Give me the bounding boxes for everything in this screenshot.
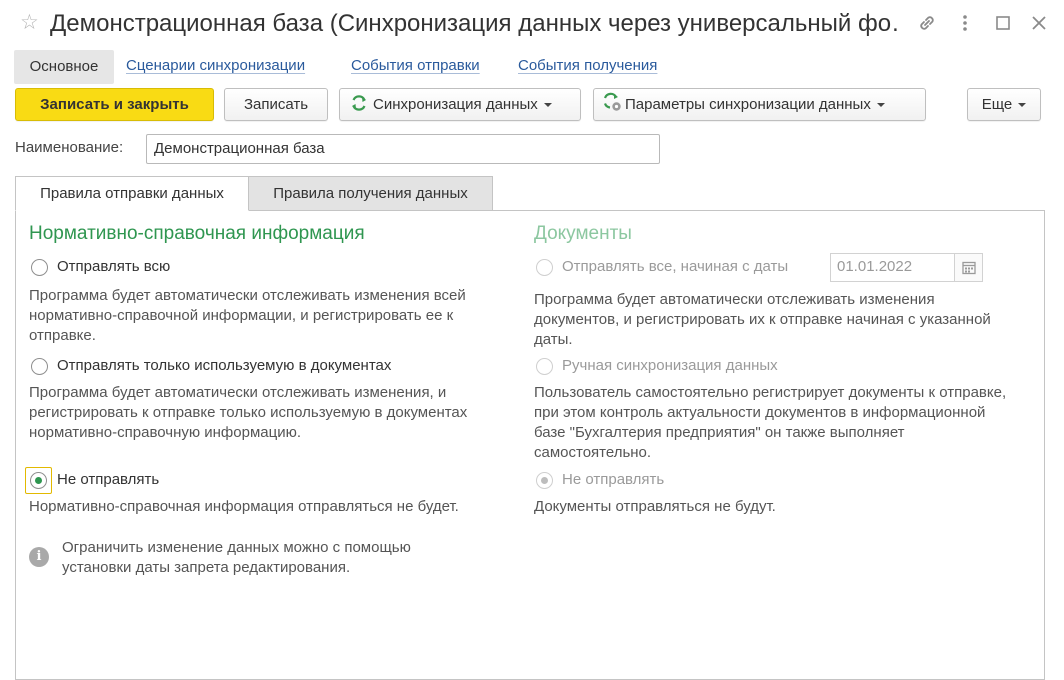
- nsi-send-all-description: Программа будет автоматически отслеживат…: [29, 287, 466, 344]
- more-vertical-icon[interactable]: [952, 10, 978, 36]
- docs-do-not-send-description: Документы отправляться не будут.: [534, 498, 776, 515]
- docs-do-not-send-label[interactable]: Не отправлять: [562, 471, 664, 488]
- sync-parameters-label: Параметры синхронизации данных: [625, 96, 871, 113]
- star-icon[interactable]: ☆: [20, 10, 42, 36]
- nsi-section-title: Нормативно-справочная информация: [29, 223, 365, 244]
- name-input[interactable]: Демонстрационная база: [146, 134, 660, 164]
- nav-link-send-events[interactable]: События отправки: [351, 57, 480, 74]
- sync-data-button[interactable]: Синхронизация данных: [339, 88, 581, 121]
- nsi-send-used-label[interactable]: Отправлять только используемую в докумен…: [57, 357, 391, 374]
- nsi-do-not-send-description: Нормативно-справочная информация отправл…: [29, 498, 459, 515]
- radio-selected-dot: [541, 477, 548, 484]
- calendar-icon: [962, 261, 976, 275]
- sync-data-label: Синхронизация данных: [373, 96, 538, 113]
- docs-section-title: Документы: [534, 223, 632, 244]
- sync-settings-icon: [601, 91, 621, 111]
- tab-receive-rules[interactable]: Правила получения данных: [248, 176, 493, 211]
- nav-link-receive-events[interactable]: События получения: [518, 57, 657, 74]
- nsi-send-all-label[interactable]: Отправлять всю: [57, 258, 170, 275]
- docs-send-from-date-radio[interactable]: [536, 259, 553, 276]
- docs-manual-sync-description: Пользователь самостоятельно регистрирует…: [534, 384, 1007, 461]
- calendar-button[interactable]: [955, 253, 983, 282]
- nsi-do-not-send-label[interactable]: Не отправлять: [57, 471, 159, 488]
- chevron-down-icon: [1018, 103, 1027, 108]
- docs-start-date-input[interactable]: 01.01.2022: [830, 253, 955, 282]
- docs-do-not-send-radio[interactable]: [536, 472, 553, 489]
- nsi-do-not-send-radio[interactable]: [30, 472, 47, 489]
- sync-parameters-button[interactable]: Параметры синхронизации данных: [593, 88, 926, 121]
- nsi-send-all-radio[interactable]: [31, 259, 48, 276]
- nsi-send-used-radio[interactable]: [31, 358, 48, 375]
- radio-selected-dot: [35, 477, 42, 484]
- info-text: Ограничить изменение данных можно с помо…: [62, 539, 411, 576]
- chevron-down-icon: [543, 103, 552, 108]
- name-label: Наименование:: [15, 139, 124, 156]
- window-title: Демонстрационная база (Синхронизация дан…: [50, 10, 900, 37]
- chevron-down-icon: [876, 103, 885, 108]
- maximize-icon[interactable]: [990, 10, 1016, 36]
- docs-manual-sync-radio[interactable]: [536, 358, 553, 375]
- docs-send-from-date-label[interactable]: Отправлять все, начиная с даты: [562, 258, 788, 275]
- info-icon: i: [29, 547, 49, 567]
- save-and-close-button[interactable]: Записать и закрыть: [15, 88, 214, 121]
- save-button[interactable]: Записать: [224, 88, 328, 121]
- nav-main-tab[interactable]: Основное: [14, 50, 114, 84]
- nsi-send-used-description: Программа будет автоматически отслеживат…: [29, 384, 468, 441]
- link-icon[interactable]: [914, 10, 940, 36]
- nav-link-sync-scenarios[interactable]: Сценарии синхронизации: [126, 57, 305, 74]
- tab-send-rules[interactable]: Правила отправки данных: [15, 176, 249, 211]
- more-label: Еще: [981, 96, 1013, 113]
- docs-send-from-date-description: Программа будет автоматически отслеживат…: [534, 291, 991, 348]
- close-icon[interactable]: [1026, 10, 1052, 36]
- sync-icon: [349, 93, 369, 113]
- docs-manual-sync-label[interactable]: Ручная синхронизация данных: [562, 357, 778, 374]
- more-button[interactable]: Еще: [967, 88, 1041, 121]
